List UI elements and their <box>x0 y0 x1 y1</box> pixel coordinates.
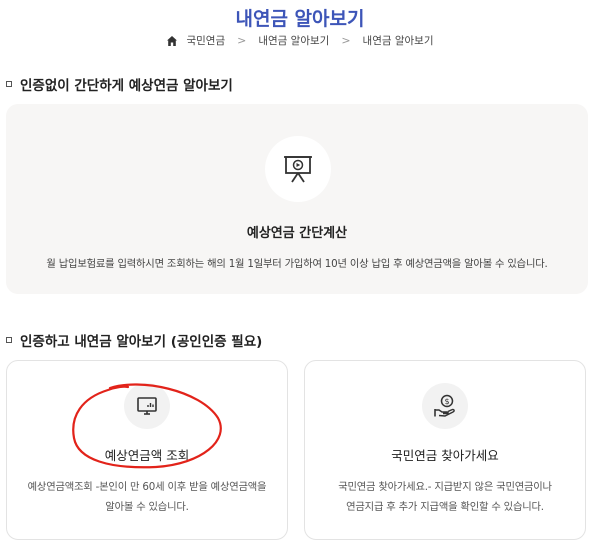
card-title: 예상연금 간단계산 <box>246 226 348 241</box>
expected-pension-inquiry-card[interactable]: 예상연금액 조회 예상연금액조회 -본인이 만 60세 이후 받을 예상연금액을… <box>6 360 288 540</box>
square-bullet-icon <box>6 337 12 343</box>
icon-circle <box>124 383 170 429</box>
presentation-board-icon <box>284 156 312 183</box>
breadcrumb-separator: > <box>237 34 247 47</box>
monitor-chart-icon <box>137 397 157 415</box>
breadcrumb-item-pension[interactable]: 국민연금 <box>186 33 225 48</box>
icon-circle <box>265 136 331 202</box>
card-description-line: 국민연금 찾아가세요.- 지급받지 않은 국민연금이나 <box>338 481 552 493</box>
breadcrumb: 국민연금 > 내연금 알아보기 > 내연금 알아보기 <box>0 33 600 48</box>
card-title: 예상연금액 조회 <box>104 448 190 463</box>
card-description: 국민연금 찾아가세요.- 지급받지 않은 국민연금이나 연금지급 후 추가 지급… <box>315 477 575 517</box>
card-description: 예상연금액조회 -본인이 만 60세 이후 받을 예상연금액을 알아볼 수 있습… <box>17 477 277 517</box>
icon-circle: $ <box>422 383 468 429</box>
home-icon[interactable] <box>166 35 178 47</box>
page-title: 내연금 알아보기 <box>235 8 365 30</box>
breadcrumb-item-my-pension[interactable]: 내연금 알아보기 <box>258 33 329 48</box>
section-heading-text: 인증없이 간단하게 예상연금 알아보기 <box>20 78 233 94</box>
section-heading-no-auth: 인증없이 간단하게 예상연금 알아보기 <box>6 74 233 94</box>
card-description-line: 연금지급 후 추가 지급액을 확인할 수 있습니다. <box>346 501 544 513</box>
section-heading-text: 인증하고 내연금 알아보기 (공인인증 필요) <box>20 334 263 350</box>
square-bullet-icon <box>6 81 12 87</box>
section-heading-with-auth: 인증하고 내연금 알아보기 (공인인증 필요) <box>6 330 262 350</box>
breadcrumb-item-current: 내연금 알아보기 <box>362 35 434 47</box>
find-pension-card[interactable]: $ 국민연금 찾아가세요 국민연금 찾아가세요.- 지급받지 않은 국민연금이나… <box>304 360 586 540</box>
card-description: 월 납입보험료를 입력하시면 조회하는 해의 1월 1일부터 가입하여 10년 … <box>46 258 548 270</box>
simple-calc-card[interactable]: 예상연금 간단계산 월 납입보험료를 입력하시면 조회하는 해의 1월 1일부터… <box>6 104 588 294</box>
breadcrumb-separator: > <box>341 34 351 47</box>
svg-text:$: $ <box>444 397 449 406</box>
card-description-line: 알아볼 수 있습니다. <box>105 501 189 513</box>
card-title: 국민연금 찾아가세요 <box>391 448 499 463</box>
hand-coin-icon: $ <box>434 394 455 417</box>
card-description-line: 예상연금액조회 -본인이 만 60세 이후 받을 예상연금액을 <box>27 481 267 493</box>
